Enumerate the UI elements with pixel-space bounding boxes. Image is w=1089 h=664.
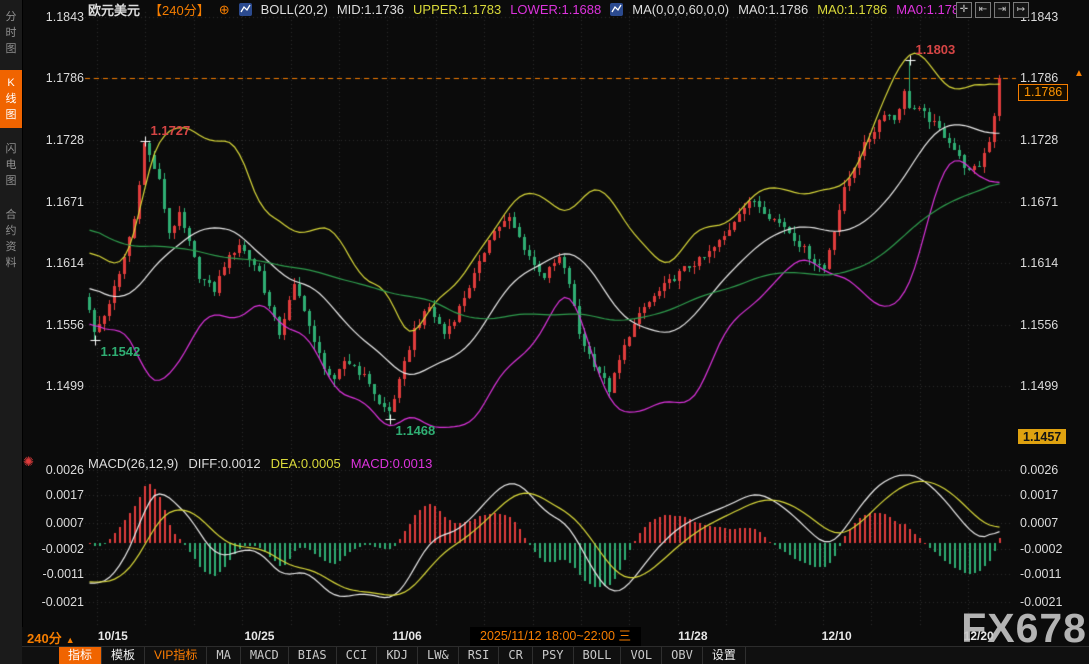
- sidebar-item-kline-chart[interactable]: K线图: [0, 70, 22, 128]
- bottom-tab[interactable]: KDJ: [377, 647, 418, 664]
- bottom-tab[interactable]: BIAS: [289, 647, 337, 664]
- bottom-tab[interactable]: MA: [207, 647, 240, 664]
- axis-label: 1.1728: [1020, 133, 1086, 148]
- bottom-tab[interactable]: BOLL: [574, 647, 622, 664]
- sidebar-item-lightning-chart[interactable]: 闪电图: [0, 136, 22, 194]
- price-annotation: 1.1468: [396, 423, 436, 438]
- axis-label: 1.1614: [30, 256, 84, 271]
- boll-upper-value: UPPER:1.1783: [413, 2, 501, 17]
- axis-label: 1.1614: [1020, 256, 1086, 271]
- axis-label: 0.0026: [1020, 463, 1086, 478]
- bottom-tab[interactable]: OBV: [662, 647, 703, 664]
- current-price-tag: 1.1786: [1018, 84, 1068, 101]
- indicator-tab-bar: 指标模板VIP指标MAMACDBIASCCIKDJLW&RSICRPSYBOLL…: [22, 646, 1089, 664]
- date-label: 10/25: [244, 629, 274, 643]
- axis-label: -0.0021: [30, 595, 84, 610]
- axis-label: 1.1843: [30, 10, 84, 25]
- chart-plot-area[interactable]: [85, 10, 1013, 628]
- instrument-name: 欧元美元: [88, 0, 140, 19]
- axis-label: -0.0011: [1020, 567, 1086, 582]
- left-sidebar: 分时图 K线图闪电图合约资料: [0, 0, 23, 664]
- macd-header: MACD(26,12,9) DIFF:0.0012 DEA:0.0005 MAC…: [88, 456, 432, 471]
- bottom-tab[interactable]: 模板: [102, 647, 145, 664]
- macd-params: MACD(26,12,9): [88, 456, 178, 471]
- axis-label: 1.1671: [1020, 195, 1086, 210]
- bottom-tab[interactable]: 指标: [59, 647, 102, 664]
- ma0-value-2: MA0:1.1786: [817, 2, 887, 17]
- indicator-settings-icon[interactable]: ✺: [23, 454, 34, 470]
- boll-lower-value: LOWER:1.1688: [510, 2, 601, 17]
- time-axis: 240分▲ 10/1510/2511/0611/2812/1012/20 202…: [22, 627, 1089, 646]
- period-label[interactable]: 【240分】: [149, 0, 210, 19]
- bottom-tab[interactable]: VIP指标: [145, 647, 207, 664]
- axis-label: 1.1556: [30, 318, 84, 333]
- scale-left-icon[interactable]: ⇤: [975, 2, 991, 18]
- boll-indicator-icon: [239, 3, 252, 16]
- macd-dea-value: DEA:0.0005: [271, 456, 341, 471]
- boll-mid-value: MID:1.1736: [337, 2, 404, 17]
- axis-label: 1.1499: [30, 379, 84, 394]
- chart-tool-buttons: ✛⇤⇥↦: [956, 2, 1029, 18]
- bottom-tab[interactable]: VOL: [621, 647, 662, 664]
- scale-right-icon[interactable]: ⇥: [994, 2, 1010, 18]
- session-low-tag: 1.1457: [1018, 429, 1066, 444]
- date-label: 11/28: [678, 629, 707, 643]
- trading-app-window: 分时图 K线图闪电图合约资料 欧元美元 【240分】 ⊕ BOLL(20,2) M…: [0, 0, 1089, 664]
- price-annotation: 1.1542: [101, 344, 141, 359]
- bottom-tab[interactable]: MACD: [241, 647, 289, 664]
- axis-label: 1.1786: [30, 71, 84, 86]
- dropdown-arrow-icon: ▲: [66, 635, 75, 645]
- date-label: 10/15: [98, 629, 128, 643]
- date-label: 11/06: [392, 629, 421, 643]
- bottom-tab[interactable]: LW&: [418, 647, 459, 664]
- axis-label: 0.0017: [30, 488, 84, 503]
- axis-label: -0.0002: [1020, 542, 1086, 557]
- axis-label: -0.0002: [30, 542, 84, 557]
- bottom-tab[interactable]: CCI: [337, 647, 378, 664]
- ma-indicator-icon: [610, 3, 623, 16]
- bottom-tab[interactable]: RSI: [459, 647, 500, 664]
- bottom-tab[interactable]: CR: [499, 647, 532, 664]
- date-label: 12/10: [822, 629, 852, 643]
- axis-label: 1.1671: [30, 195, 84, 210]
- macd-diff-value: DIFF:0.0012: [188, 456, 260, 471]
- hover-time-tooltip: 2025/11/12 18:00~22:00 三: [470, 627, 641, 646]
- watermark: FX678: [961, 608, 1087, 649]
- axis-label: 0.0026: [30, 463, 84, 478]
- bottom-tab[interactable]: PSY: [533, 647, 574, 664]
- sidebar-item-time-chart[interactable]: 分时图: [0, 4, 22, 62]
- sidebar-item-contract-info[interactable]: 合约资料: [0, 202, 22, 276]
- axis-label: 0.0017: [1020, 488, 1086, 503]
- period-selector[interactable]: 240分▲: [27, 628, 75, 647]
- ma-params: MA(0,0,0,60,0,0): [632, 2, 729, 17]
- axis-label: 0.0007: [1020, 516, 1086, 531]
- price-annotation: 1.1727: [151, 123, 191, 138]
- macd-macd-value: MACD:0.0013: [351, 456, 433, 471]
- add-indicator-icon[interactable]: ⊕: [219, 2, 230, 18]
- chart-header: 欧元美元 【240分】 ⊕ BOLL(20,2) MID:1.1736 UPPE…: [88, 2, 966, 17]
- bottom-tab[interactable]: 设置: [703, 647, 746, 664]
- axis-label: 1.1556: [1020, 318, 1086, 333]
- axis-label: 1.1499: [1020, 379, 1086, 394]
- axis-label: 1.1843: [1020, 10, 1086, 25]
- shift-right-icon[interactable]: ↦: [1013, 2, 1029, 18]
- pan-icon[interactable]: ✛: [956, 2, 972, 18]
- axis-label: 1.1728: [30, 133, 84, 148]
- price-annotation: 1.1803: [916, 42, 956, 57]
- axis-label: 0.0007: [30, 516, 84, 531]
- axis-label: -0.0011: [30, 567, 84, 582]
- ma0-value-1: MA0:1.1786: [738, 2, 808, 17]
- price-up-arrow-icon: ▲: [1074, 68, 1084, 79]
- boll-params: BOLL(20,2): [261, 2, 328, 17]
